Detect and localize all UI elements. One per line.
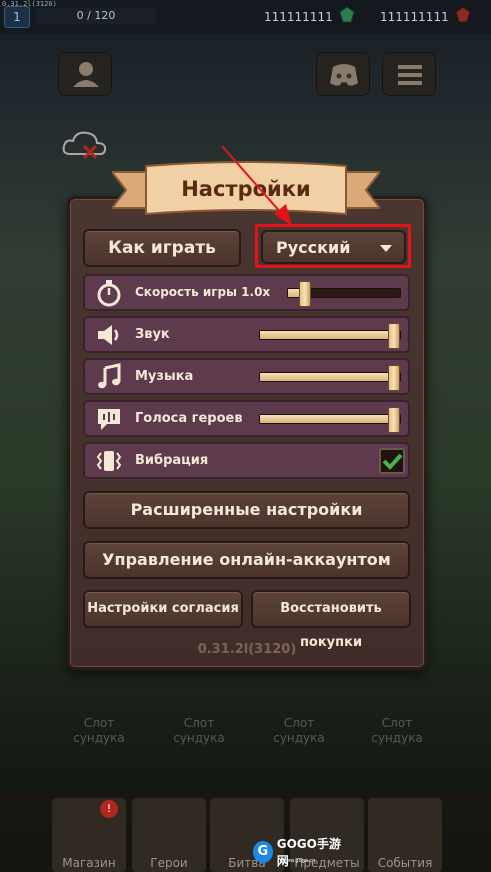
sound-label: Звук xyxy=(135,327,170,342)
slider-handle[interactable] xyxy=(388,323,400,349)
slider-handle[interactable] xyxy=(298,281,311,307)
hero-voices-row: Голоса героев xyxy=(83,400,410,437)
speaker-icon xyxy=(98,325,119,345)
xp-bar: 0 / 120 xyxy=(36,8,156,24)
version-label: 0.31.2l(3120) xyxy=(197,642,297,657)
discord-icon xyxy=(330,64,358,86)
slider-fill xyxy=(260,373,400,381)
restore-purchases-button[interactable]: Восстановить покупки xyxy=(251,590,411,650)
chest-slot-label: Слот сундука xyxy=(273,716,325,745)
consent-settings-button[interactable]: Настройки согласия xyxy=(83,590,243,628)
bottom-nav: Магазин Герои Битва Предметы События xyxy=(0,794,491,872)
sound-row: Звук xyxy=(83,316,410,353)
nav-tab-label: Герои xyxy=(150,856,188,870)
game-speed-slider[interactable] xyxy=(287,281,401,307)
nav-tab-label: События xyxy=(377,856,433,870)
music-note-icon xyxy=(98,363,121,389)
speech-bubble-icon xyxy=(98,409,120,430)
currency-amount-2: 111111111 xyxy=(380,10,449,24)
nav-tab-heroes[interactable]: Герои xyxy=(132,798,206,872)
vibration-checkbox[interactable] xyxy=(379,448,405,474)
player-level: 1 xyxy=(4,6,30,28)
hamburger-icon xyxy=(398,65,422,85)
music-row: Музыка xyxy=(83,358,410,395)
profile-icon xyxy=(73,62,99,87)
slider-fill xyxy=(260,331,400,339)
chest-slot-label: Слот сундука xyxy=(371,716,423,745)
slider-handle[interactable] xyxy=(388,365,400,391)
advanced-settings-button[interactable]: Расширенные настройки xyxy=(83,491,410,529)
nav-tab-label: Магазин xyxy=(62,856,116,870)
online-account-button[interactable]: Управление онлайн-аккаунтом xyxy=(83,541,410,579)
hero-voices-label: Голоса героев xyxy=(135,411,243,426)
currency-amount-1: 111111111 xyxy=(264,10,333,24)
menu-button[interactable] xyxy=(382,52,436,96)
slider-fill xyxy=(260,415,400,423)
vibration-icon xyxy=(96,451,122,471)
music-label: Музыка xyxy=(135,369,194,384)
game-speed-label: Скорость игры 1.0x xyxy=(135,285,271,299)
red-arrow-annotation xyxy=(221,145,292,226)
profile-button[interactable] xyxy=(58,52,112,96)
discord-button[interactable] xyxy=(316,52,370,96)
chest-slot-label: Слот сундука xyxy=(73,716,125,745)
chevron-down-icon xyxy=(380,245,392,252)
cloud-offline-icon xyxy=(62,131,107,160)
nav-tab-events[interactable]: События xyxy=(368,798,442,872)
vibration-label: Вибрация xyxy=(135,453,209,468)
watermark-url: www.gogo.cn xyxy=(282,858,316,864)
sound-slider[interactable] xyxy=(259,323,401,349)
watermark-logo-icon: G xyxy=(253,841,273,863)
hero-voices-slider[interactable] xyxy=(259,407,401,433)
checkmark-icon xyxy=(382,453,403,470)
notification-badge: ! xyxy=(100,800,118,818)
vibration-row: Вибрация xyxy=(83,442,410,479)
slider-handle[interactable] xyxy=(388,407,400,433)
chest-slot-label: Слот сундука xyxy=(173,716,225,745)
stopwatch-icon xyxy=(97,280,121,307)
language-value: Русский xyxy=(276,238,351,257)
red-shield-icon xyxy=(455,6,471,23)
green-gem-icon xyxy=(339,6,355,23)
game-speed-row: Скорость игры 1.0x xyxy=(83,274,410,311)
music-slider[interactable] xyxy=(259,365,401,391)
